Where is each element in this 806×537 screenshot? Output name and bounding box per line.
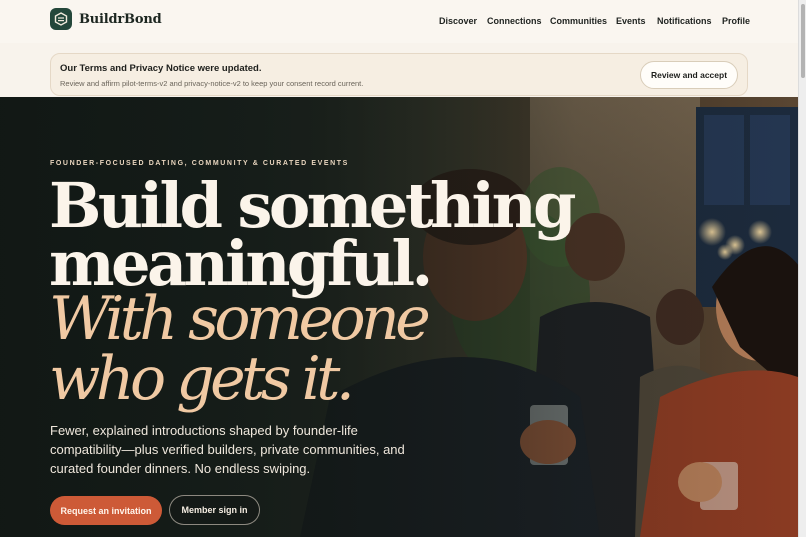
request-invitation-button[interactable]: Request an invitation: [50, 496, 162, 525]
nav-communities[interactable]: Communities: [550, 16, 607, 26]
top-navigation: BuildrBond Discover Connections Communit…: [0, 0, 798, 43]
hero-subtext: Fewer, explained introductions shaped by…: [50, 423, 405, 476]
nav-notifications[interactable]: Notifications: [657, 16, 712, 26]
nav-events[interactable]: Events: [616, 16, 646, 26]
terms-update-notice: Our Terms and Privacy Notice were update…: [50, 53, 748, 96]
hero-eyebrow: FOUNDER-FOCUSED DATING, COMMUNITY & CURA…: [50, 160, 349, 167]
nav-links: Discover Connections Communities Events …: [0, 16, 798, 30]
nav-discover[interactable]: Discover: [439, 16, 477, 26]
member-sign-in-button[interactable]: Member sign in: [169, 495, 260, 525]
hero-headline-italic-line-1: With someone: [49, 284, 431, 354]
notice-body: Review and affirm pilot-terms-v2 and pri…: [60, 79, 364, 88]
notice-title: Our Terms and Privacy Notice were update…: [60, 63, 262, 74]
review-and-accept-button[interactable]: Review and accept: [640, 61, 738, 89]
hero-headline-italic-line-2: who gets it.: [49, 344, 355, 414]
page-scrollbar[interactable]: [798, 0, 806, 537]
scrollbar-thumb[interactable]: [801, 4, 805, 78]
nav-profile[interactable]: Profile: [722, 16, 750, 26]
nav-connections[interactable]: Connections: [487, 16, 542, 26]
hero-section: FOUNDER-FOCUSED DATING, COMMUNITY & CURA…: [0, 97, 798, 537]
